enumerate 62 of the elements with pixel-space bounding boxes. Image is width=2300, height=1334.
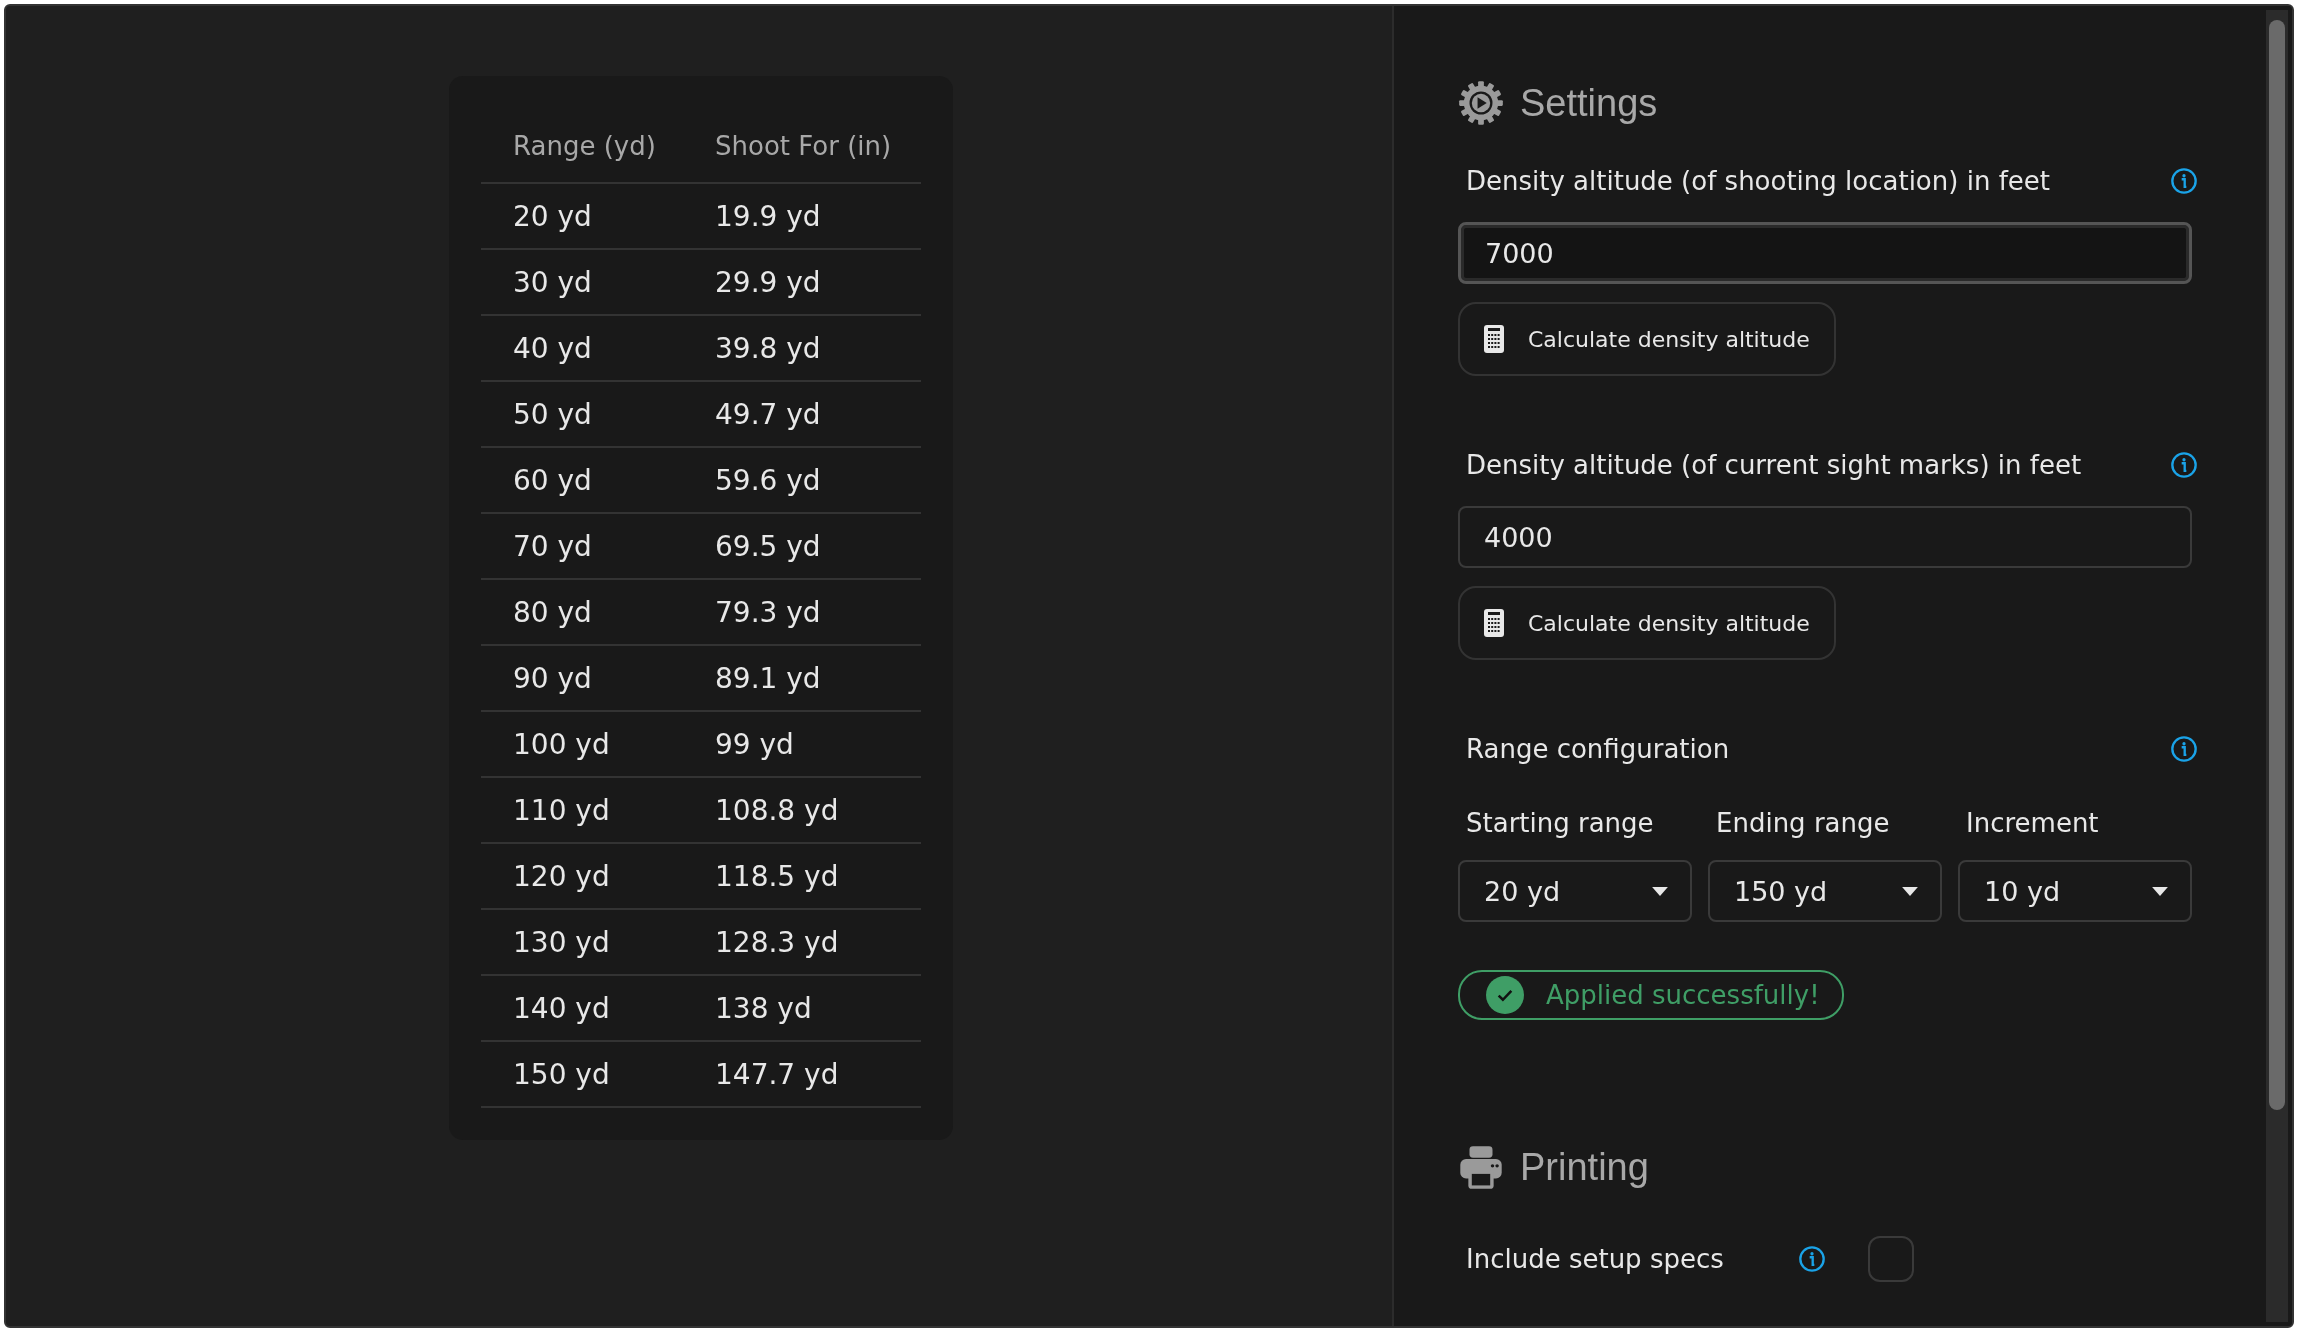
table-cell-text: 60 yd bbox=[512, 463, 593, 497]
table-cell-text: 49.7 yd bbox=[714, 397, 821, 431]
number-input[interactable]: 4000 bbox=[1458, 506, 2192, 568]
table-cell-text: 70 yd bbox=[512, 529, 593, 563]
table-cell-text: 79.3 yd bbox=[714, 595, 821, 629]
table-cell-text: 50 yd bbox=[512, 397, 593, 431]
table-cell-text: 128.3 yd bbox=[714, 925, 839, 959]
caret-icon bbox=[1652, 886, 1668, 896]
field-label: Density altitude (of current sight marks) in feet bbox=[1466, 450, 2082, 480]
table-cell-text: 30 yd bbox=[512, 265, 593, 299]
info-icon[interactable] bbox=[2170, 735, 2198, 763]
table-cell-text: 110 yd bbox=[512, 793, 611, 827]
table-cell-text: 118.5 yd bbox=[714, 859, 839, 893]
option-label: Include setup specs bbox=[1466, 1244, 1724, 1274]
table-cell-text: 39.8 yd bbox=[714, 331, 821, 365]
success-badge: Applied successfully! bbox=[1458, 970, 1844, 1020]
select-label: Ending range bbox=[1715, 808, 1891, 838]
gear-icon bbox=[1458, 80, 1504, 126]
checkmark-icon bbox=[1486, 976, 1524, 1014]
section-title: Printing bbox=[1520, 1145, 1649, 1189]
caret-icon bbox=[1902, 886, 1918, 896]
table-cell-text: 40 yd bbox=[512, 331, 593, 365]
table-cell-text: 99 yd bbox=[714, 727, 794, 761]
column-header: Range (yd) bbox=[512, 131, 657, 161]
table-cell-text: 80 yd bbox=[512, 595, 593, 629]
table-cell-text: 100 yd bbox=[512, 727, 611, 761]
table-cell-text: 138 yd bbox=[714, 991, 812, 1025]
select-label: Starting range bbox=[1465, 808, 1655, 838]
table-cell-text: 147.7 yd bbox=[714, 1057, 839, 1091]
number-input[interactable]: 7000 bbox=[1458, 222, 2192, 284]
dropdown[interactable]: 150 yd bbox=[1708, 860, 1942, 922]
table-cell-text: 19.9 yd bbox=[714, 199, 821, 233]
table-cell-text: 89.1 yd bbox=[714, 661, 821, 695]
table-cell-text: 150 yd bbox=[512, 1057, 611, 1091]
scrollbar[interactable] bbox=[2266, 10, 2288, 1322]
info-icon[interactable] bbox=[1797, 1245, 1826, 1273]
printer-icon bbox=[1458, 1144, 1504, 1190]
info-icon[interactable] bbox=[2170, 167, 2198, 195]
table-cell-text: 59.6 yd bbox=[714, 463, 821, 497]
caret-icon bbox=[2152, 886, 2168, 896]
section-title: Settings bbox=[1520, 81, 1658, 125]
dropdown[interactable]: 20 yd bbox=[1458, 860, 1692, 922]
table-cell-text: 108.8 yd bbox=[714, 793, 839, 827]
table-cell-text: 90 yd bbox=[512, 661, 593, 695]
calculate-button[interactable]: Calculate density altitude bbox=[1458, 302, 1836, 376]
table-cell-text: 20 yd bbox=[512, 199, 593, 233]
table-cell-text: 130 yd bbox=[512, 925, 611, 959]
select-label: Increment bbox=[1965, 808, 2100, 838]
info-icon[interactable] bbox=[2170, 451, 2198, 479]
table-cell-text: 69.5 yd bbox=[714, 529, 821, 563]
calculator-icon bbox=[1484, 609, 1504, 637]
table-cell-text: 29.9 yd bbox=[714, 265, 821, 299]
table-cell-text: 140 yd bbox=[512, 991, 611, 1025]
checkbox[interactable] bbox=[1867, 1236, 1914, 1282]
scrollbar-thumb[interactable] bbox=[2269, 20, 2285, 1110]
column-header: Shoot For (in) bbox=[714, 131, 892, 161]
section-label: Range configuration bbox=[1466, 734, 1730, 764]
table-cell-text: 120 yd bbox=[512, 859, 611, 893]
calculator-icon bbox=[1484, 325, 1504, 353]
calculate-button[interactable]: Calculate density altitude bbox=[1458, 586, 1836, 660]
dropdown[interactable]: 10 yd bbox=[1958, 860, 2192, 922]
field-label: Density altitude (of shooting location) in feet bbox=[1466, 166, 2050, 196]
